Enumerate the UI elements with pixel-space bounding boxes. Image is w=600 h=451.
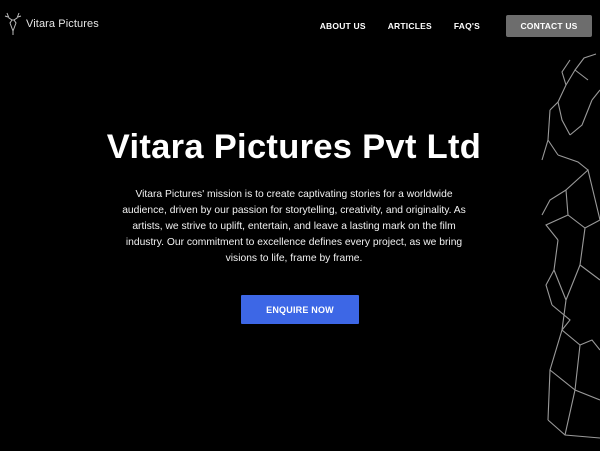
hero-description: Vitara Pictures' mission is to create ca… [122, 189, 466, 264]
hero-section: Vitara Pictures Pvt Ltd Vitara Pictures'… [0, 128, 600, 267]
nav-articles[interactable]: ARTICLES [388, 21, 432, 31]
contact-us-button[interactable]: CONTACT US [506, 15, 592, 37]
nav-about-us[interactable]: ABOUT US [320, 21, 366, 31]
enquire-now-button[interactable]: ENQUIRE NOW [241, 295, 359, 324]
main-navigation: ABOUT US ARTICLES FAQ'S CONTACT US [320, 15, 592, 37]
hero-title: Vitara Pictures Pvt Ltd [106, 128, 482, 166]
nav-faqs[interactable]: FAQ'S [454, 21, 480, 31]
brand-name: Vitara Pictures [26, 18, 99, 30]
brand-logo[interactable]: Vitara Pictures [4, 11, 99, 37]
deer-head-icon [4, 12, 22, 35]
